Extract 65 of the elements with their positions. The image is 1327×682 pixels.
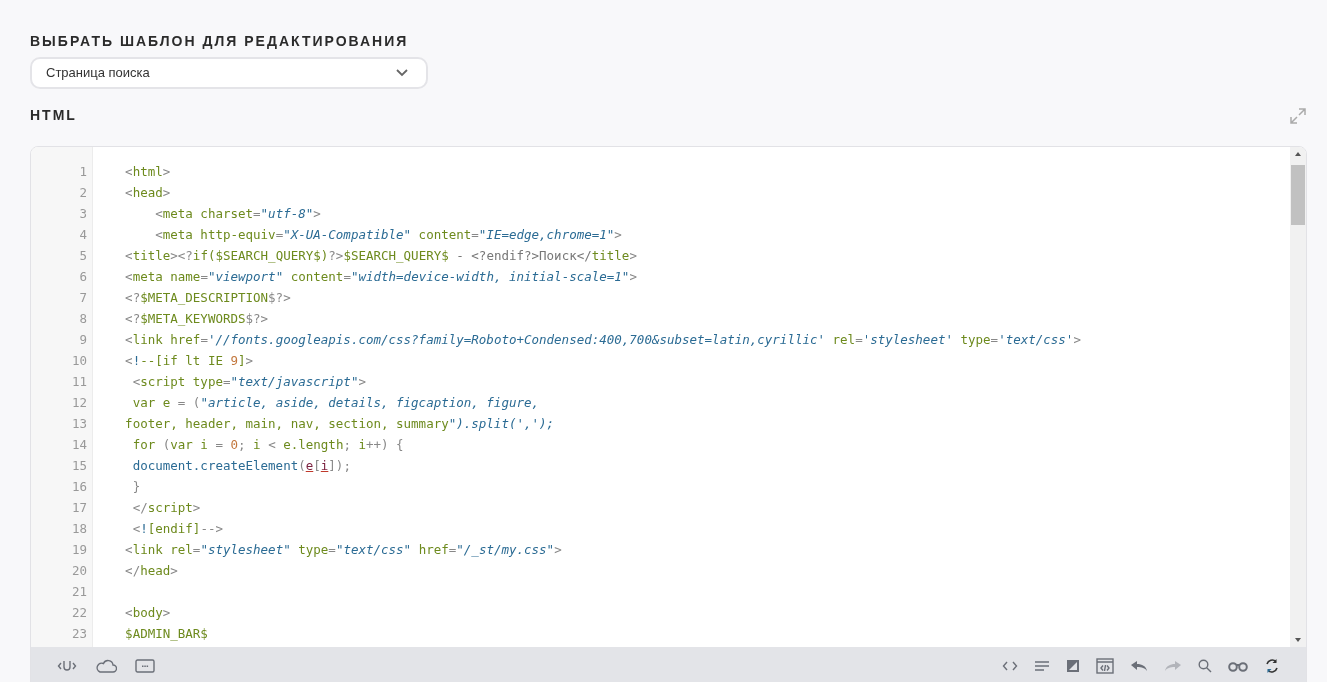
- search-icon[interactable]: [1198, 659, 1212, 673]
- line-number: 23: [70, 625, 88, 643]
- cloud-icon[interactable]: [95, 659, 117, 673]
- scrollbar-thumb[interactable]: [1291, 165, 1305, 225]
- code-line: <meta http-equiv="X-UA-Compatible" content="IE=edge,chrome=1">: [154, 226, 623, 244]
- template-dropdown[interactable]: Страница поиска: [30, 57, 428, 89]
- line-number: 22: [70, 604, 88, 622]
- line-number: 1: [78, 163, 88, 181]
- code-line: for (var i = 0; i < e.length; i++) {: [131, 436, 405, 454]
- line-number: 14: [70, 436, 88, 454]
- line-number: 16: [70, 478, 88, 496]
- line-number: 3: [78, 205, 88, 223]
- binoculars-icon[interactable]: [1228, 660, 1248, 672]
- code-line: footer, header, main, nav, section, summary").split(',');: [124, 415, 556, 433]
- line-number: 9: [78, 331, 88, 349]
- scrollbar[interactable]: [1290, 147, 1306, 647]
- line-number: 13: [70, 415, 88, 433]
- code-line: $ADMIN_BAR$: [124, 625, 209, 643]
- code-line: <title><?if($SEARCH_QUERY$)?>$SEARCH_QUERY$ - <?endif?>Поиск</title>: [124, 247, 638, 265]
- code-line: <?$META_DESCRIPTION$?>: [124, 289, 292, 307]
- code-line: </head>: [124, 562, 179, 580]
- field-label: ВЫБРАТЬ ШАБЛОН ДЛЯ РЕДАКТИРОВАНИЯ: [30, 32, 410, 50]
- code-line: <script type="text/javascript">: [131, 373, 367, 391]
- refresh-icon[interactable]: [1264, 658, 1280, 674]
- shortcode-icon[interactable]: [57, 658, 77, 674]
- align-left-icon[interactable]: [1034, 660, 1050, 672]
- line-number: 6: [78, 268, 88, 286]
- line-number: 10: [70, 352, 88, 370]
- code-line: <html>: [124, 163, 172, 181]
- code-line: <?$META_KEYWORDS$?>: [124, 310, 270, 328]
- line-number: 11: [70, 373, 88, 391]
- chevron-down-icon: [396, 69, 408, 77]
- code-line: <head>: [124, 184, 172, 202]
- code-line: }: [131, 478, 142, 496]
- code-line: var e = ("article, aside, details, figcaption, figure,: [131, 394, 541, 412]
- code-line: <![endif]-->: [131, 520, 224, 538]
- section-title: HTML: [30, 106, 77, 125]
- scroll-up-icon[interactable]: [1294, 151, 1302, 157]
- line-number: 17: [70, 499, 88, 517]
- line-number: 5: [78, 247, 88, 265]
- code-line: document.createElement(e[i]);: [131, 457, 352, 475]
- code-icon[interactable]: [1002, 660, 1018, 672]
- line-number: 15: [70, 457, 88, 475]
- undo-arrow-icon[interactable]: [1130, 660, 1148, 672]
- contrast-square-icon[interactable]: [1066, 659, 1080, 673]
- code-line: <meta charset="utf-8">: [154, 205, 322, 223]
- line-number: 12: [70, 394, 88, 412]
- line-number: 21: [70, 583, 88, 601]
- code-line: <!--[if lt IE 9]>: [124, 352, 255, 370]
- line-number: 18: [70, 520, 88, 538]
- line-number: 19: [70, 541, 88, 559]
- code-line: </script>: [131, 499, 202, 517]
- line-number: 4: [78, 226, 88, 244]
- line-number: 8: [78, 310, 88, 328]
- code-line: <meta name="viewport" content="width=device-width, initial-scale=1">: [124, 268, 638, 286]
- ellipsis-box-icon[interactable]: [135, 659, 155, 673]
- browser-code-icon[interactable]: [1096, 658, 1114, 674]
- line-number: 20: [70, 562, 88, 580]
- code-line: <body>: [124, 604, 172, 622]
- line-number: 7: [78, 289, 88, 307]
- code-line: <link rel="stylesheet" type="text/css" href="/_st/my.css">: [124, 541, 563, 559]
- scroll-down-icon[interactable]: [1294, 637, 1302, 643]
- line-number: 2: [78, 184, 88, 202]
- code-line: <link href='//fonts.googleapis.com/css?family=Roboto+Condensed:400,700&subset=latin,cyrillic' rel='stylesheet' type='text/css'>: [124, 331, 1082, 349]
- expand-icon[interactable]: [1289, 106, 1307, 125]
